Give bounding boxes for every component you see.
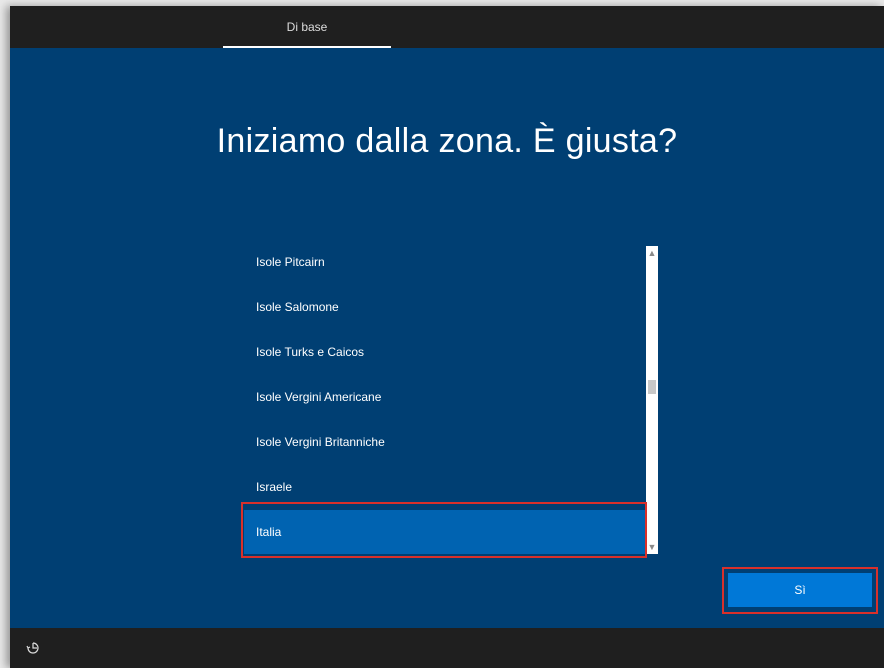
- list-item-isole-turks-e-caicos[interactable]: Isole Turks e Caicos: [244, 330, 646, 375]
- top-bar: Di base: [10, 6, 884, 48]
- list-item-isole-pitcairn[interactable]: Isole Pitcairn: [244, 240, 646, 285]
- ease-of-access-icon-glyph: [26, 642, 39, 654]
- region-list-scrollbar[interactable]: ▲ ▼: [646, 246, 658, 554]
- scroll-up-arrow-icon[interactable]: ▲: [646, 246, 658, 260]
- oobe-window: Di base Iniziamo dalla zona. È giusta? I…: [10, 6, 884, 668]
- list-item-isole-salomone[interactable]: Isole Salomone: [244, 285, 646, 330]
- button-highlight-box: [722, 567, 878, 614]
- list-item-isole-vergini-britanniche[interactable]: Isole Vergini Britanniche: [244, 420, 646, 465]
- scroll-thumb[interactable]: [648, 380, 656, 394]
- bottom-bar: [10, 628, 884, 668]
- tab-active-indicator: [223, 46, 391, 48]
- ease-of-access-icon[interactable]: [24, 638, 42, 656]
- scroll-down-arrow-icon[interactable]: ▼: [646, 540, 658, 554]
- selection-highlight-box: [241, 502, 647, 558]
- page-title: Iniziamo dalla zona. È giusta?: [216, 122, 678, 160]
- tab-di-base[interactable]: Di base: [223, 6, 391, 48]
- list-item-isole-vergini-americane[interactable]: Isole Vergini Americane: [244, 375, 646, 420]
